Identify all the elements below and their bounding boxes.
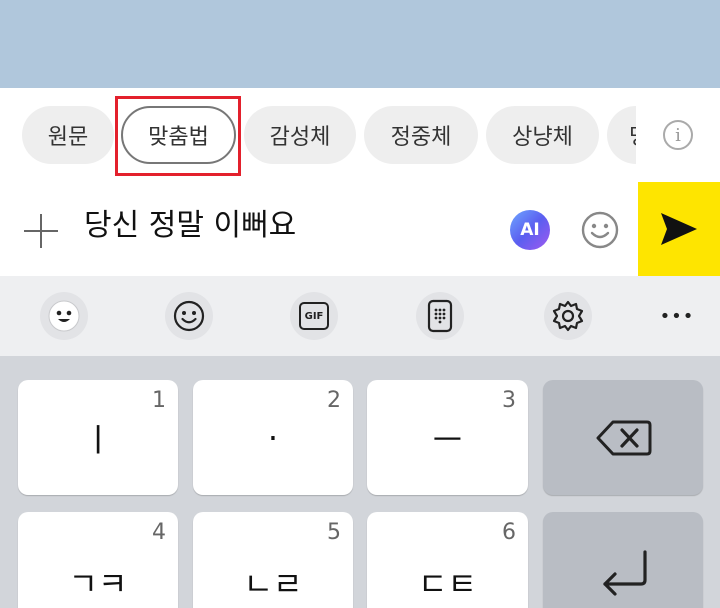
smiley-icon: [173, 300, 205, 332]
info-button[interactable]: i: [636, 88, 720, 182]
emoticon-button[interactable]: [165, 292, 213, 340]
key-4[interactable]: 4 ㄱㅋ: [18, 512, 178, 608]
backspace-key[interactable]: [543, 380, 703, 495]
settings-button[interactable]: [544, 292, 592, 340]
message-input[interactable]: 당신 정말 이뻐요: [84, 206, 296, 246]
gear-icon: [552, 300, 584, 332]
keyboard: 1 ㅣ 2 · 3 ㅡ 4 ㄱㅋ 5 ㄴㄹ 6 ㄷㅌ: [0, 356, 720, 608]
send-icon: [661, 213, 697, 245]
selection-highlight: [115, 96, 241, 176]
backspace-icon: [596, 420, 652, 456]
message-input-row: 당신 정말 이뻐요 AI: [0, 182, 720, 276]
info-icon: i: [663, 120, 693, 150]
enter-key[interactable]: [543, 512, 703, 608]
key-5[interactable]: 5 ㄴㄹ: [193, 512, 353, 608]
chip-friendly[interactable]: 상냥체: [486, 106, 599, 164]
keypad-button[interactable]: [416, 292, 464, 340]
gif-button[interactable]: GIF: [290, 292, 338, 340]
chip-original[interactable]: 원문: [22, 106, 114, 164]
send-button[interactable]: [638, 182, 720, 276]
key-3[interactable]: 3 ㅡ: [367, 380, 528, 495]
face-icon: [48, 300, 80, 332]
chip-polite[interactable]: 정중체: [364, 106, 478, 164]
keyboard-toolbar: GIF •••: [0, 276, 720, 356]
chat-background: [0, 0, 720, 88]
ai-icon[interactable]: AI: [510, 210, 550, 250]
emoticon-icon[interactable]: [580, 210, 620, 250]
more-options-icon[interactable]: •••: [652, 296, 702, 336]
key-6[interactable]: 6 ㄷㅌ: [367, 512, 528, 608]
suggestion-bar: 원문 맞춤법 감성체 정중체 상냥체 명 i: [0, 88, 720, 182]
chip-emotional[interactable]: 감성체: [244, 106, 356, 164]
enter-icon: [603, 550, 647, 596]
emoji-face-button[interactable]: [40, 292, 88, 340]
key-1[interactable]: 1 ㅣ: [18, 380, 178, 495]
keypad-icon: [427, 299, 453, 333]
key-2[interactable]: 2 ·: [193, 380, 353, 495]
gif-icon: GIF: [299, 302, 329, 330]
plus-icon[interactable]: [22, 212, 60, 250]
